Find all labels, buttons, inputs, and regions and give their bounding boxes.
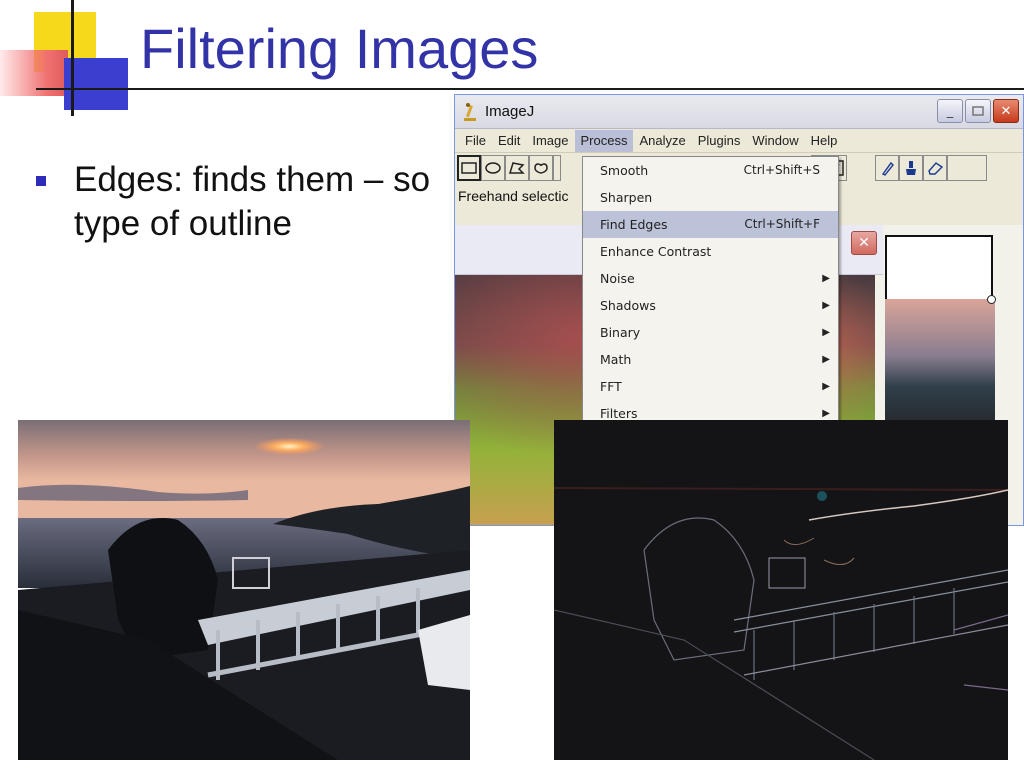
- menu-item-binary[interactable]: Binary ▶: [583, 319, 838, 346]
- freehand-tool-icon[interactable]: [529, 155, 553, 181]
- rectangle-tool-icon[interactable]: [457, 155, 481, 181]
- decor-vertical-line: [71, 0, 74, 116]
- menu-image[interactable]: Image: [526, 130, 574, 152]
- menu-item-smooth[interactable]: Smooth Ctrl+Shift+S: [583, 157, 838, 184]
- menu-item-sharpen[interactable]: Sharpen: [583, 184, 838, 211]
- menu-item-noise[interactable]: Noise ▶: [583, 265, 838, 292]
- window-title: ImageJ: [485, 103, 535, 120]
- polygon-tool-icon[interactable]: [505, 155, 529, 181]
- submenu-arrow-icon: ▶: [822, 300, 830, 311]
- imagej-titlebar[interactable]: ImageJ _ ✕: [455, 95, 1023, 129]
- menu-help[interactable]: Help: [805, 130, 844, 152]
- bullet-marker-icon: [36, 176, 46, 186]
- original-photo: [18, 420, 470, 760]
- close-icon[interactable]: ✕: [993, 99, 1019, 123]
- empty-tool-slot: [947, 155, 987, 181]
- maximize-icon[interactable]: [965, 99, 991, 123]
- menu-plugins[interactable]: Plugins: [692, 130, 747, 152]
- process-menu-dropdown: Smooth Ctrl+Shift+S Sharpen Find Edges C…: [582, 156, 839, 424]
- shortcut-label: Ctrl+Shift+S: [743, 163, 820, 177]
- menu-window[interactable]: Window: [746, 130, 804, 152]
- slide-title: Filtering Images: [140, 17, 539, 80]
- edges-filtered-photo: [554, 420, 1008, 760]
- bullet-text: Edges: finds them – so type of outline: [74, 160, 431, 243]
- menu-item-math[interactable]: Math ▶: [583, 346, 838, 373]
- menu-item-shadows[interactable]: Shadows ▶: [583, 292, 838, 319]
- image-close-icon[interactable]: ✕: [851, 231, 877, 255]
- brush-icon[interactable]: [899, 155, 923, 181]
- resize-handle[interactable]: [987, 295, 996, 304]
- submenu-arrow-icon: ▶: [822, 381, 830, 392]
- microscope-icon: [464, 102, 476, 121]
- menu-item-find-edges[interactable]: Find Edges Ctrl+Shift+F: [583, 211, 838, 238]
- shortcut-label: Ctrl+Shift+F: [744, 217, 820, 231]
- menubar: File Edit Image Process Analyze Plugins …: [455, 129, 1023, 153]
- submenu-arrow-icon: ▶: [822, 273, 830, 284]
- submenu-arrow-icon: ▶: [822, 354, 830, 365]
- line-tool-icon[interactable]: [553, 155, 561, 181]
- submenu-arrow-icon: ▶: [822, 327, 830, 338]
- menu-process[interactable]: Process: [574, 129, 634, 152]
- title-underline: [36, 88, 1024, 90]
- eraser-icon[interactable]: [923, 155, 947, 181]
- menu-item-fft[interactable]: FFT ▶: [583, 373, 838, 400]
- menu-edit[interactable]: Edit: [492, 130, 526, 152]
- pencil-icon[interactable]: [875, 155, 899, 181]
- oval-tool-icon[interactable]: [481, 155, 505, 181]
- menu-item-enhance-contrast[interactable]: Enhance Contrast: [583, 238, 838, 265]
- minimize-icon[interactable]: _: [937, 99, 963, 123]
- menu-file[interactable]: File: [459, 130, 492, 152]
- sunset-thumbnail: [885, 299, 995, 424]
- menu-analyze[interactable]: Analyze: [633, 130, 691, 152]
